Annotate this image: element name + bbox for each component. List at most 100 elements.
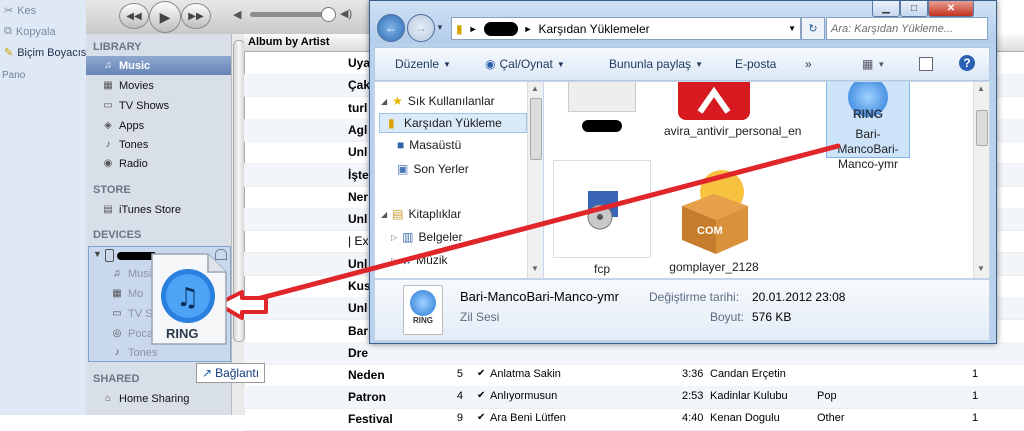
devices-header: DEVICES xyxy=(93,229,142,241)
search-input[interactable]: Ara: Karşıdan Yükleme... xyxy=(826,17,988,40)
time-cell: 4:40 xyxy=(682,412,704,425)
table-row[interactable]: Neden 5 Anlatma Sakin 3:36 Candan Erçetin 1 ✔ xyxy=(244,364,1024,388)
table-row[interactable]: Patron 4 Anlıyormusun 2:53 Kadinlar Kulubu Po… xyxy=(244,386,1024,410)
svg-text:RING: RING xyxy=(166,326,199,341)
organize-button[interactable]: Düzenle ▼ xyxy=(395,57,451,71)
more-commands-button[interactable]: » xyxy=(805,57,812,71)
dragged-ringtone-file[interactable]: ♫ RING xyxy=(148,250,230,348)
nav-recent-places[interactable]: ▣ Son Yerler xyxy=(397,159,469,179)
minimize-button[interactable]: ▁ xyxy=(872,1,900,17)
word-clipboard-panel: ✂ Kes ⧉ Kopyala ✎ Biçim Boyacısı Pano xyxy=(0,0,89,415)
scissors-icon: ✂ xyxy=(4,5,14,17)
play-button[interactable]: ▶ xyxy=(149,1,181,33)
file-item-avira[interactable]: avira_antivir_personal_en xyxy=(664,82,801,158)
table-row[interactable]: Festival 9 Ara Beni Lütfen 4:40 Kenan Dogulu… xyxy=(244,408,1024,431)
sidebar-item-tones[interactable]: ♪ Tones xyxy=(102,135,149,154)
expand-triangle-icon: ◢ xyxy=(381,209,388,219)
forward-button[interactable]: → xyxy=(407,14,435,42)
refresh-button[interactable]: ↻ xyxy=(801,17,825,40)
nav-downloads[interactable]: ▮ Karşıdan Yükleme xyxy=(379,113,527,133)
album-cell: Dre xyxy=(348,345,369,360)
email-button[interactable]: E-posta xyxy=(735,57,776,71)
share-with-button[interactable]: Bununla paylaş ▼ xyxy=(609,57,703,71)
star-icon: ★ xyxy=(392,94,403,108)
link-arrow-icon: ↗ xyxy=(202,366,213,380)
view-options-button[interactable]: ▦ ▼ xyxy=(862,57,885,71)
sidebar-item-tv-shows[interactable]: ▭ TV Shows xyxy=(102,96,169,115)
device-item-tv-shows[interactable]: ▭ TV S xyxy=(111,304,152,323)
details-filename: Bari-MancoBari-Manco-ymr xyxy=(460,289,619,304)
address-dropdown-icon[interactable]: ▼ xyxy=(788,24,796,33)
sidebar-scrollbar[interactable] xyxy=(231,34,245,415)
details-modified-label: Değiştirme tarihi: xyxy=(649,290,740,304)
checkmark-icon[interactable]: ✔ xyxy=(477,390,485,401)
previous-button[interactable]: ◀◀ xyxy=(119,3,149,29)
file-item-bari-manco[interactable]: RING Bari-MancoBari-Manco-ymr xyxy=(826,82,910,171)
file-item-gomplayer[interactable]: COM gomplayer_2128 xyxy=(664,162,764,276)
scroll-up-icon[interactable]: ▲ xyxy=(977,84,985,93)
history-dropdown-icon[interactable]: ▼ xyxy=(436,23,444,32)
music-note-icon: ♫ xyxy=(104,60,112,71)
command-bar: Düzenle ▼ ◉ Çal/Oynat ▼ Bununla paylaş ▼ E-p… xyxy=(374,47,990,81)
scroll-down-icon[interactable]: ▼ xyxy=(977,264,985,273)
maximize-icon: □ xyxy=(910,3,918,14)
checkmark-icon[interactable]: ✔ xyxy=(477,412,485,423)
device-item-movies[interactable]: ▦ Mo xyxy=(111,284,143,303)
sidebar-item-home-sharing[interactable]: ⌂ Home Sharing xyxy=(102,389,189,408)
preview-pane-button[interactable] xyxy=(919,57,933,71)
back-button[interactable]: ← xyxy=(377,14,405,42)
dropdown-icon: ▼ xyxy=(556,59,565,69)
play-button-explorer[interactable]: ◉ Çal/Oynat ▼ xyxy=(485,57,565,71)
file-list-scrollbar[interactable]: ▲ ▼ xyxy=(973,82,989,278)
nav-desktop[interactable]: ■ Masaüstü xyxy=(397,135,461,155)
folder-icon: ▮ xyxy=(456,21,463,36)
device-item-podcasts[interactable]: ◎ Poca xyxy=(111,324,153,343)
name-cell: Anlatma Sakin xyxy=(490,368,561,381)
help-button[interactable]: ? xyxy=(959,55,975,71)
nav-music[interactable]: ▷ ♫ Müzik xyxy=(391,250,448,270)
ringtone-icon: RING xyxy=(848,82,888,121)
collapsed-triangle-icon: ▷ xyxy=(391,232,398,242)
volume-knob[interactable] xyxy=(321,7,336,22)
minimize-icon: ▁ xyxy=(882,3,890,14)
desktop-icon: ■ xyxy=(397,138,405,152)
forward-arrow-icon: → xyxy=(415,21,427,35)
sidebar-item-apps[interactable]: ◈ Apps xyxy=(102,116,144,135)
checkmark-icon[interactable]: ✔ xyxy=(477,368,485,379)
name-cell: Ara Beni Lütfen xyxy=(490,412,566,425)
file-item-fcp[interactable]: fcp xyxy=(552,160,652,276)
navigation-scrollbar[interactable]: ▲ ▼ xyxy=(527,82,543,278)
breadcrumb-current[interactable]: Karşıdan Yüklemeler xyxy=(538,22,649,36)
address-bar[interactable]: ▮ ► ► Karşıdan Yüklemeler ▼ xyxy=(451,17,801,40)
scrollbar-thumb[interactable] xyxy=(530,98,542,160)
genre-cell: Pop xyxy=(817,390,837,403)
film-icon: ▦ xyxy=(103,80,113,91)
sidebar-item-movies[interactable]: ▦ Movies xyxy=(102,76,154,95)
radio-icon: ◉ xyxy=(103,158,113,169)
sidebar-item-itunes-store[interactable]: ▤ iTunes Store xyxy=(102,200,181,219)
cut-button[interactable]: ✂ Kes xyxy=(4,4,36,18)
volume-slider[interactable] xyxy=(250,12,330,17)
scroll-up-icon[interactable]: ▲ xyxy=(531,84,539,93)
scroll-down-icon[interactable]: ▼ xyxy=(531,264,539,273)
documents-icon: ▥ xyxy=(402,230,414,244)
details-pane: RING Bari-MancoBari-Manco-ymr Zil Sesi D… xyxy=(374,279,990,341)
sidebar-item-radio[interactable]: ◉ Radio xyxy=(102,154,148,173)
format-painter-button[interactable]: ✎ Biçim Boyacısı xyxy=(4,46,89,60)
next-button[interactable]: ▶▶ xyxy=(181,3,211,29)
scrollbar-thumb[interactable] xyxy=(976,110,988,146)
rewind-icon: ◀◀ xyxy=(126,10,142,22)
nav-libraries[interactable]: ◢ ▤ Kitaplıklar xyxy=(381,204,461,224)
nav-documents[interactable]: ▷ ▥ Belgeler xyxy=(391,227,463,247)
dropdown-icon: ▼ xyxy=(695,59,703,69)
file-list: avira_antivir_personal_en RING Bari-Manc… xyxy=(543,81,990,279)
close-button[interactable]: ✕ xyxy=(928,1,974,17)
maximize-button[interactable]: □ xyxy=(900,1,928,17)
file-item-redacted[interactable] xyxy=(552,82,652,132)
play-icon: ▶ xyxy=(159,8,171,25)
nav-favorites[interactable]: ◢ ★ Sık Kullanılanlar xyxy=(381,91,495,111)
explorer-window: ▁ □ ✕ ← → ▼ ▮ ► ► Karşıdan Yüklemeler ▼ … xyxy=(369,0,997,344)
table-row[interactable]: Dre xyxy=(244,341,1024,365)
sidebar-item-music[interactable]: ♫ Music xyxy=(86,56,231,75)
copy-button[interactable]: ⧉ Kopyala xyxy=(4,25,56,38)
